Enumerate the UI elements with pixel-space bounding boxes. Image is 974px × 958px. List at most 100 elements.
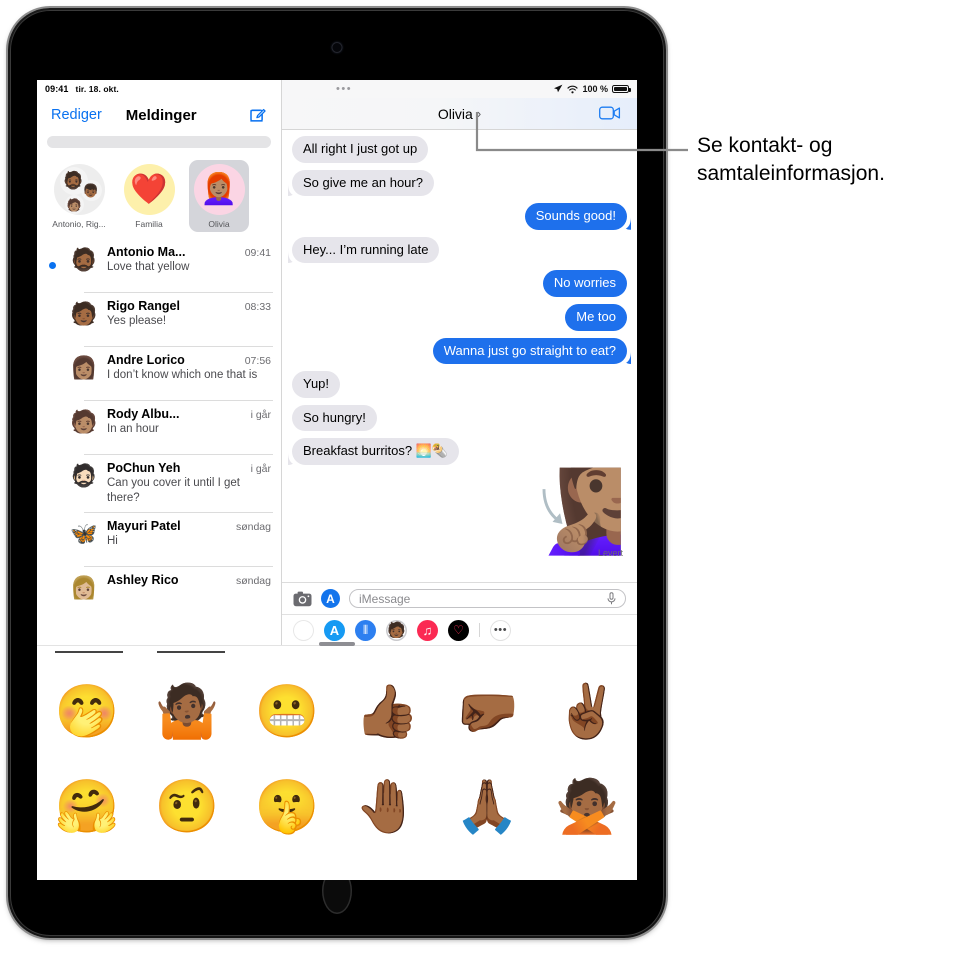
- avatar: 👩🏽: [70, 355, 98, 380]
- microphone-icon[interactable]: [607, 592, 616, 605]
- message-bubble-incoming[interactable]: Yup!: [292, 371, 341, 398]
- digital-touch-app-icon[interactable]: ♡: [448, 619, 469, 641]
- message-thread: All right I just got up So give me an ho…: [282, 130, 637, 595]
- pinned-item-label: Familia: [135, 219, 163, 229]
- list-item[interactable]: 🧑🏾 Rigo Rangel 08:33 Yes please!: [37, 292, 281, 346]
- list-item-header: Ashley Rico søndag: [107, 573, 271, 587]
- contact-name: Rody Albu...: [107, 407, 180, 421]
- sticker-item[interactable]: 🙅🏾: [537, 759, 637, 854]
- message-row: Breakfast burritos? 🌅🌯: [292, 438, 627, 465]
- list-item-header: Antonio Ma... 09:41: [107, 245, 271, 259]
- message-preview: I don’t know which one that is: [107, 369, 258, 381]
- sidebar-navbar: Rediger Meldinger: [37, 98, 281, 132]
- pinned-item-group[interactable]: 🧔🏾 👦🏾 🧑🏽 Antonio, Rig...: [49, 160, 109, 232]
- location-arrow-icon: [554, 84, 563, 93]
- pinned-conversations: 🧔🏾 👦🏾 🧑🏽 Antonio, Rig... ❤️ Familia 👩�: [37, 156, 281, 238]
- list-item-body: Ashley Rico søndag: [107, 573, 271, 588]
- sticker-item[interactable]: ✌🏾: [537, 664, 637, 759]
- message-row: So give me an hour?: [292, 169, 627, 197]
- imessage-app-drawer: ❀ A ⦀ 🧑🏾 ♫ ♡ •••: [282, 614, 637, 645]
- contact-info-button[interactable]: Olivia ›: [438, 106, 481, 122]
- search-input[interactable]: [47, 136, 271, 148]
- status-bar-left: 09:41 tir. 18. okt.: [37, 80, 281, 98]
- conversation-pane: ••• 100 % Olivia › All right I just got …: [282, 80, 637, 645]
- status-bar-time: 09:41: [45, 84, 69, 94]
- page-title: Meldinger: [125, 106, 197, 124]
- app-store-icon[interactable]: A: [321, 589, 340, 608]
- more-apps-icon[interactable]: •••: [490, 619, 511, 641]
- message-row: All right I just got up: [292, 136, 627, 163]
- contact-name: Rigo Rangel: [107, 299, 180, 313]
- sticker-item[interactable]: 🤫: [237, 759, 337, 854]
- message-bubble-incoming[interactable]: Breakfast burritos? 🌅🌯: [292, 438, 460, 465]
- status-bar-date: tir. 18. okt.: [75, 84, 119, 94]
- pinned-item-label: Antonio, Rig...: [52, 219, 106, 229]
- memoji-stickers-app-icon[interactable]: 🧑🏾: [386, 619, 407, 641]
- audio-message-app-icon[interactable]: ⦀: [355, 619, 376, 641]
- message-preview: In an hour: [107, 423, 159, 435]
- camera-icon[interactable]: [293, 591, 312, 607]
- avatar: 🧔🏻: [70, 463, 98, 488]
- compose-icon[interactable]: [248, 105, 267, 124]
- sheet-grabber[interactable]: [319, 642, 355, 646]
- list-item-header: PoChun Yeh i går: [107, 461, 271, 475]
- list-item-body: Rody Albu... i går In an hour: [107, 407, 271, 437]
- contact-name: PoChun Yeh: [107, 461, 181, 475]
- wifi-icon: [567, 85, 579, 93]
- multitasking-handle-icon[interactable]: •••: [336, 84, 352, 95]
- chevron-right-icon: ›: [476, 106, 482, 121]
- avatar: 🧔🏾: [70, 247, 98, 272]
- memoji-sticker[interactable]: 🧏🏽‍♀️: [527, 471, 627, 552]
- message-bubble-outgoing[interactable]: Me too: [565, 303, 627, 331]
- app-store-app-icon[interactable]: A: [324, 619, 345, 641]
- message-bubble-outgoing[interactable]: Wanna just go straight to eat?: [432, 337, 627, 365]
- list-item[interactable]: 🧔🏾 Antonio Ma... 09:41 Love that yellow: [37, 238, 281, 292]
- pinned-item-olivia[interactable]: 👩🏽‍🦰 Olivia: [189, 160, 249, 232]
- sticker-item[interactable]: 🤗: [37, 759, 137, 854]
- sticker-item[interactable]: 🤭: [37, 664, 137, 759]
- timestamp: 09:41: [244, 247, 271, 259]
- messages-split-view: 09:41 tir. 18. okt. Rediger Meldinger 🧔🏾…: [37, 80, 637, 645]
- edit-button[interactable]: Rediger: [51, 107, 102, 123]
- message-bubble-incoming[interactable]: So hungry!: [292, 404, 377, 432]
- memoji-sticker-sheet: 🤭 🤷🏾 😬 👍🏾 🤛🏾 ✌🏾 🤗 🤨 🤫 🤚🏾 🙏🏾 🙅🏾: [37, 642, 637, 880]
- message-row: No worries: [292, 270, 627, 297]
- tab-indicator: [55, 651, 123, 653]
- olivia-memoji-avatar: 👩🏽‍🦰: [193, 164, 245, 215]
- sticker-item[interactable]: 🙏🏾: [437, 759, 537, 854]
- message-bubble-incoming[interactable]: So give me an hour?: [292, 169, 434, 197]
- list-item[interactable]: 🧑🏽 Rody Albu... i går In an hour: [37, 400, 281, 454]
- list-item[interactable]: 👩🏼 Ashley Rico søndag: [37, 566, 281, 620]
- ipad-screen: 09:41 tir. 18. okt. Rediger Meldinger 🧔🏾…: [37, 80, 637, 880]
- sticker-item[interactable]: 😬: [237, 664, 337, 759]
- message-input-bar: A iMessage: [282, 582, 637, 614]
- sticker-item[interactable]: 🤨: [137, 759, 237, 854]
- sticker-item[interactable]: 🤛🏾: [437, 664, 537, 759]
- photos-app-icon[interactable]: ❀: [293, 619, 314, 641]
- front-camera-icon: [331, 42, 343, 53]
- message-row: Hey... I’m running late: [292, 236, 627, 264]
- sticker-item[interactable]: 🤷🏾: [137, 664, 237, 759]
- group-avatar: 🧔🏾 👦🏾 🧑🏽: [53, 164, 105, 215]
- message-bubble-incoming[interactable]: Hey... I’m running late: [292, 236, 440, 264]
- callout-label: Se kontakt- og samtaleinformasjon.: [697, 134, 885, 185]
- apple-music-app-icon[interactable]: ♫: [417, 619, 438, 641]
- sticker-item[interactable]: 👍🏾: [337, 664, 437, 759]
- imessage-input[interactable]: iMessage: [349, 589, 626, 608]
- sticker-item[interactable]: 🤚🏾: [337, 759, 437, 854]
- message-preview: Love that yellow: [107, 261, 190, 273]
- facetime-video-icon[interactable]: [599, 105, 621, 121]
- message-bubble-outgoing[interactable]: Sounds good!: [524, 203, 627, 230]
- avatar-face: 🧑🏽: [64, 195, 84, 214]
- pinned-item-familia[interactable]: ❤️ Familia: [119, 160, 179, 232]
- list-item[interactable]: 🧔🏻 PoChun Yeh i går Can you cover it unt…: [37, 454, 281, 512]
- unread-dot: [49, 262, 56, 269]
- list-item[interactable]: 👩🏽 Andre Lorico 07:56 I don’t know which…: [37, 346, 281, 400]
- list-item[interactable]: 🦋 Mayuri Patel søndag Hi: [37, 512, 281, 566]
- contact-name: Mayuri Patel: [107, 519, 181, 534]
- message-bubble-incoming[interactable]: All right I just got up: [292, 136, 429, 163]
- contact-name: Ashley Rico: [107, 573, 179, 588]
- timestamp: i går: [250, 409, 271, 421]
- timestamp: 07:56: [244, 355, 271, 367]
- message-bubble-outgoing[interactable]: No worries: [542, 270, 627, 297]
